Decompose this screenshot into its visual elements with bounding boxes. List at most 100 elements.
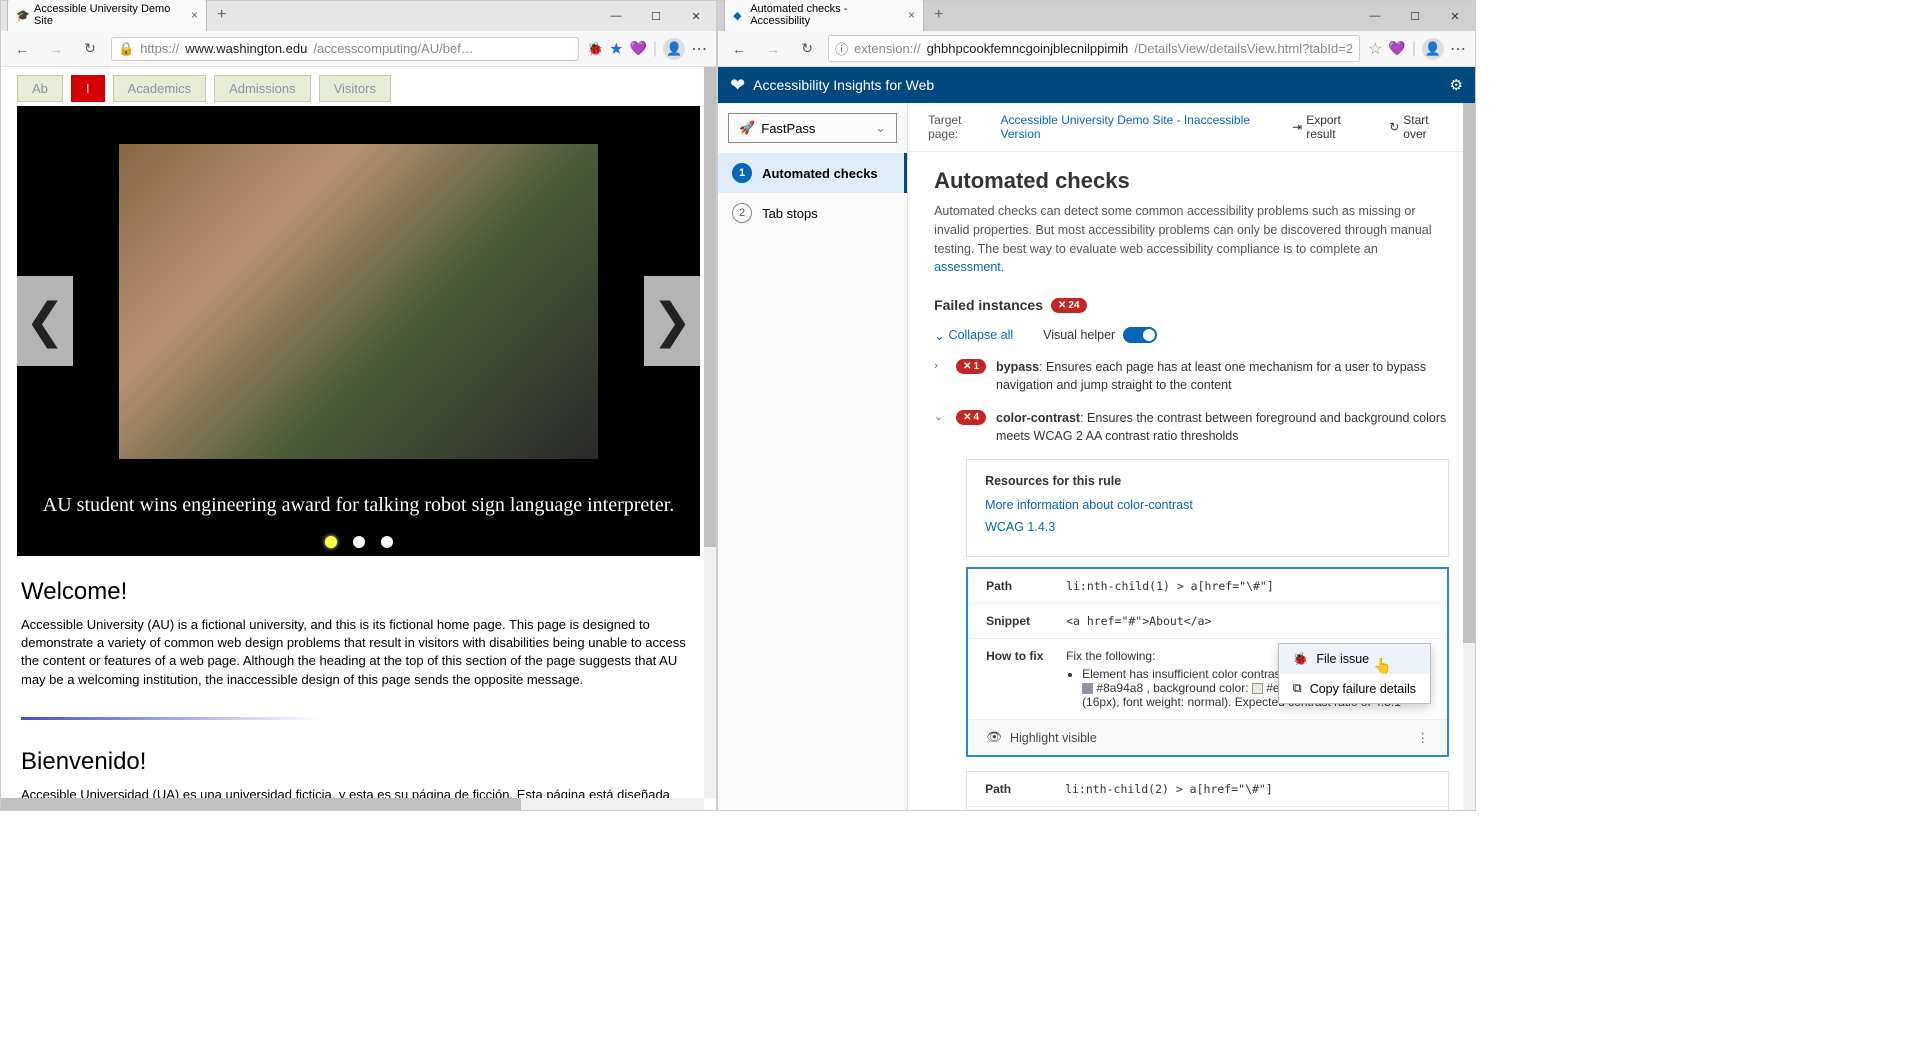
start-over-button[interactable]: ↻Start over <box>1389 113 1455 141</box>
horizontal-scrollbar[interactable] <box>1 798 704 810</box>
more-button[interactable]: ⋯ <box>1450 39 1467 59</box>
vertical-scrollbar[interactable] <box>704 67 716 798</box>
rule-bypass-row[interactable]: › ✕1 bypass: Ensures each page has at le… <box>934 359 1449 394</box>
profile-avatar[interactable]: 👤 <box>663 38 685 60</box>
step-label: Tab stops <box>762 206 818 221</box>
refresh-icon: ↻ <box>1389 120 1399 134</box>
new-tab-button[interactable]: + <box>211 6 232 24</box>
snippet-label: Snippet <box>986 614 1066 628</box>
main-heading: Automated checks <box>934 168 1449 194</box>
rule-desc: : Ensures each page has at least one mec… <box>996 360 1426 392</box>
carousel-prev-button[interactable]: ❮ <box>17 276 73 366</box>
vertical-scrollbar[interactable] <box>1463 103 1475 810</box>
right-browser-tab[interactable]: ◆ Automated checks - Accessibility × <box>724 0 924 31</box>
refresh-button[interactable]: ↻ <box>77 36 103 62</box>
refresh-button[interactable]: ↻ <box>794 36 820 62</box>
left-titlebar: 🎓 Accessible University Demo Site × + — … <box>1 1 716 31</box>
nav-item-academics[interactable]: Academics <box>113 75 207 102</box>
divider: | <box>653 40 657 58</box>
close-window-button[interactable]: ✕ <box>1435 1 1475 31</box>
grad-cap-favicon: 🎓 <box>16 9 28 21</box>
export-icon: ⇥ <box>1292 120 1302 134</box>
export-result-button[interactable]: ⇥Export result <box>1292 113 1373 141</box>
rule-count-badge: ✕1 <box>956 359 986 374</box>
step-number: 1 <box>732 163 752 183</box>
back-button[interactable]: ← <box>726 36 752 62</box>
snippet-value: <a href="#">About</a> <box>1066 614 1429 628</box>
x-icon: ✕ <box>1058 300 1066 311</box>
nav-item-visitors[interactable]: Visitors <box>319 75 391 102</box>
profile-avatar[interactable]: 👤 <box>1422 38 1444 60</box>
carousel-caption: AU student wins engineering award for ta… <box>17 492 700 518</box>
target-page-link[interactable]: Accessible University Demo Site - Inacce… <box>1001 113 1293 141</box>
instance-kebab-menu[interactable]: ⋮ <box>1417 730 1430 745</box>
scrollbar-thumb[interactable] <box>1463 103 1475 643</box>
assessment-link[interactable]: assessment <box>934 260 1001 274</box>
au-site-nav: Ab I Academics Admissions Visitors <box>1 67 716 102</box>
path-label: Path <box>986 579 1066 593</box>
tab-close-icon[interactable]: × <box>191 8 198 22</box>
extension-heart-icon[interactable]: 💜 <box>1388 40 1405 57</box>
tab-close-icon[interactable]: × <box>908 8 915 22</box>
minimize-button[interactable]: — <box>1355 1 1395 31</box>
maximize-button[interactable]: ☐ <box>636 1 676 31</box>
visual-helper-toggle[interactable] <box>1123 327 1157 343</box>
step-number: 2 <box>732 203 752 223</box>
carousel: ❮ ❯ AU student wins engineering award fo… <box>17 106 700 556</box>
left-addressbar: ← → ↻ 🔒 https://www.washington.edu/acces… <box>1 31 716 67</box>
welcome-heading: Welcome! <box>21 578 696 606</box>
resource-link-more-info[interactable]: More information about color-contrast <box>985 498 1430 512</box>
sidebar-step-automated[interactable]: 1 Automated checks <box>718 153 907 193</box>
cursor-icon: 👆 <box>1373 657 1389 673</box>
carousel-next-button[interactable]: ❯ <box>644 276 700 366</box>
context-menu: 🐞 File issue 👆 ⧉ Copy failure details <box>1278 643 1431 704</box>
collapse-all-button[interactable]: ⌄Collapse all <box>934 328 1013 343</box>
carousel-image <box>119 144 597 459</box>
fg-color-swatch <box>1082 683 1093 694</box>
url-input[interactable]: 🔒 https://www.washington.edu/accesscompu… <box>111 37 579 61</box>
rule-color-contrast-row[interactable]: ⌄ ✕4 color-contrast: Ensures the contras… <box>934 410 1449 445</box>
ai-main-panel: Target page: Accessible University Demo … <box>908 103 1475 810</box>
fastpass-dropdown[interactable]: 🚀 FastPass ⌄ <box>728 113 897 143</box>
sidebar-step-tabstops[interactable]: 2 Tab stops <box>718 193 907 233</box>
rule-count-badge: ✕4 <box>956 410 986 425</box>
extension-bug-icon[interactable]: 🐞 <box>587 41 603 57</box>
right-page-content: ❤ Accessibility Insights for Web ⚙ 🚀 Fas… <box>718 67 1475 810</box>
carousel-dot-2[interactable] <box>353 536 365 548</box>
rule-name: bypass <box>996 360 1039 374</box>
menu-item-copy-details[interactable]: ⧉ Copy failure details <box>1279 674 1430 703</box>
nav-item-admissions[interactable]: Admissions <box>214 75 310 102</box>
carousel-dot-3[interactable] <box>381 536 393 548</box>
new-tab-button[interactable]: + <box>928 6 949 24</box>
close-window-button[interactable]: ✕ <box>676 1 716 31</box>
divider: | <box>1412 40 1416 58</box>
extension-heart-icon[interactable]: 💜 <box>629 40 646 57</box>
back-button[interactable]: ← <box>9 36 35 62</box>
url-input[interactable]: ⓘ extension://ghbhpcookfemncgoinjblecnil… <box>828 35 1360 62</box>
carousel-dot-1[interactable] <box>325 536 337 548</box>
nav-item-about[interactable]: Ab <box>17 75 63 102</box>
favorite-icon[interactable]: ★ <box>609 39 623 59</box>
bg-color-swatch <box>1252 683 1263 694</box>
more-button[interactable]: ⋯ <box>691 39 708 59</box>
step-label: Automated checks <box>762 166 878 181</box>
info-icon: ⓘ <box>835 39 848 58</box>
visual-helper-label: Visual helper <box>1043 328 1115 342</box>
right-titlebar: ◆ Automated checks - Accessibility × + —… <box>718 1 1475 31</box>
scrollbar-thumb[interactable] <box>704 67 716 547</box>
nav-item-active[interactable]: I <box>71 75 105 102</box>
maximize-button[interactable]: ☐ <box>1395 1 1435 31</box>
left-browser-tab[interactable]: 🎓 Accessible University Demo Site × <box>7 0 207 31</box>
highlight-visible-button[interactable]: Highlight visible <box>1010 731 1097 745</box>
bug-icon: 🐞 <box>1293 652 1309 667</box>
favorite-outline-icon[interactable]: ☆ <box>1368 39 1382 59</box>
welcome-text: Accessible University (AU) is a fictiona… <box>21 616 696 689</box>
menu-item-file-issue[interactable]: 🐞 File issue 👆 <box>1279 644 1430 674</box>
resources-card: Resources for this rule More information… <box>966 459 1449 557</box>
forward-button: → <box>43 36 69 62</box>
settings-gear-icon[interactable]: ⚙ <box>1450 76 1463 94</box>
path-value: li:nth-child(1) > a[href="\#"] <box>1066 579 1429 593</box>
resource-link-wcag[interactable]: WCAG 1.4.3 <box>985 520 1430 534</box>
minimize-button[interactable]: — <box>596 1 636 31</box>
scrollbar-thumb[interactable] <box>1 798 521 810</box>
